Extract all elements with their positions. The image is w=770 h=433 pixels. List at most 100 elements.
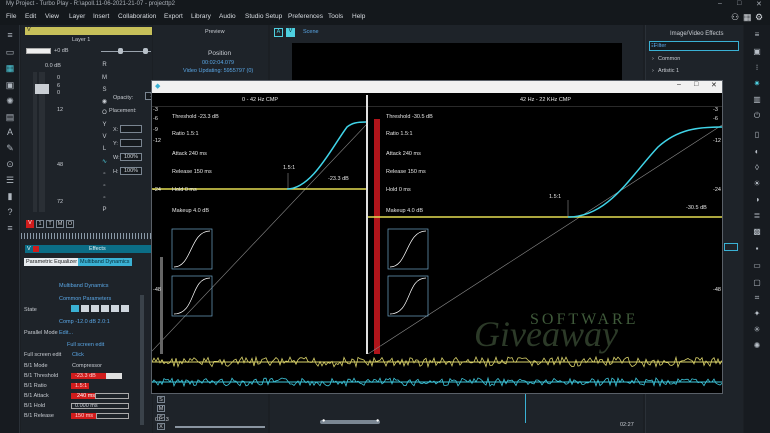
scroll-left-knob[interactable]: ●: [322, 418, 325, 424]
power-icon[interactable]: ⏻: [751, 111, 763, 121]
effects-red-toggle[interactable]: [33, 246, 39, 252]
brightness-icon[interactable]: ◑: [751, 195, 763, 204]
sparkle-icon[interactable]: ✳: [751, 325, 763, 334]
menu-studio-setup[interactable]: Studio Setup: [245, 13, 282, 20]
square-icon[interactable]: ▫: [100, 183, 109, 189]
waveform-area[interactable]: [152, 354, 722, 393]
transport-s1[interactable]: S: [157, 396, 165, 403]
bulb-icon[interactable]: ✺: [751, 341, 763, 350]
menu-alt-icon[interactable]: ≡: [4, 223, 16, 233]
stack-icon[interactable]: ▥: [751, 95, 763, 104]
panel-button[interactable]: [724, 243, 738, 251]
menu-edit[interactable]: Edit: [25, 13, 36, 20]
menu-icon[interactable]: ≡: [4, 30, 16, 40]
track-btn-v[interactable]: V: [26, 220, 34, 228]
x-field[interactable]: [120, 125, 142, 133]
parallel-mode-edit[interactable]: Edit...: [59, 330, 73, 336]
transport-s2[interactable]: S: [157, 414, 165, 421]
letter-r[interactable]: R: [100, 62, 109, 68]
menu-view[interactable]: View: [45, 13, 59, 20]
chevron-right-icon[interactable]: ›: [652, 56, 654, 62]
y-field[interactable]: [120, 139, 142, 147]
effects-v[interactable]: V: [27, 246, 31, 252]
menu-insert[interactable]: Insert: [93, 13, 109, 20]
maximize-button[interactable]: □: [737, 0, 741, 7]
tab-v[interactable]: V: [286, 28, 295, 37]
item-artistic-1[interactable]: Artistic 1: [658, 68, 679, 74]
letter-o[interactable]: O: [100, 110, 109, 116]
track-btn-1[interactable]: 1: [36, 220, 44, 228]
record-icon[interactable]: ⊙: [4, 159, 16, 170]
contrast-icon[interactable]: ◐: [751, 147, 763, 156]
track-btn-o[interactable]: O: [66, 220, 74, 228]
grid-icon[interactable]: ▦: [4, 63, 16, 74]
scroll-right-knob[interactable]: ●: [376, 418, 379, 424]
state-5[interactable]: [111, 305, 119, 312]
help-icon[interactable]: ?: [4, 207, 16, 217]
pen-icon[interactable]: ✎: [4, 143, 16, 154]
transport-x[interactable]: X: [157, 423, 165, 430]
dots-icon[interactable]: ⁝: [751, 63, 763, 72]
menu-tools[interactable]: Tools: [328, 13, 343, 20]
adjust-icon[interactable]: ≣: [751, 211, 763, 220]
volume-slider[interactable]: [26, 48, 51, 54]
scene-canvas[interactable]: [292, 43, 622, 83]
hamburger-icon[interactable]: ≡: [751, 30, 763, 39]
timeline-scrollbar[interactable]: [320, 420, 380, 424]
square-dot-icon[interactable]: ▪: [751, 244, 763, 253]
layer-v-toggle[interactable]: V: [27, 27, 31, 33]
letter-p[interactable]: P: [100, 207, 109, 213]
letter-m[interactable]: M: [100, 75, 109, 81]
menu-help[interactable]: Help: [352, 13, 365, 20]
full-screen-click[interactable]: Click: [72, 352, 84, 358]
letter-y[interactable]: Y: [100, 122, 109, 128]
tint-icon[interactable]: ▩: [751, 227, 763, 236]
band1-plot[interactable]: Threshold -23.3 dB Ratio 1.5:1 Attack 24…: [152, 107, 366, 354]
menu-export[interactable]: Export: [164, 13, 183, 20]
float-close-button[interactable]: ✕: [711, 81, 717, 89]
text-icon[interactable]: A: [4, 127, 16, 137]
float-maximize-button[interactable]: □: [694, 81, 698, 88]
transport-m[interactable]: M: [157, 405, 165, 412]
row-mode-value[interactable]: Compressor: [72, 363, 102, 369]
menu-library[interactable]: Library: [191, 13, 211, 20]
close-button[interactable]: ✕: [756, 0, 762, 8]
window-icon[interactable]: ▭: [751, 261, 763, 270]
wave-icon[interactable]: ∿: [100, 158, 109, 165]
media-icon[interactable]: ▤: [4, 112, 16, 123]
chart-icon[interactable]: ▮: [4, 191, 16, 202]
magic-icon[interactable]: ✦: [751, 309, 763, 318]
tab-a[interactable]: A: [274, 28, 283, 37]
effects-icon[interactable]: ✺: [4, 96, 16, 107]
phone-icon[interactable]: ▯: [751, 130, 763, 139]
eye-icon[interactable]: ◉: [100, 98, 109, 105]
layer-header-bar[interactable]: [25, 27, 152, 35]
settings-gear-icon[interactable]: ⚙: [755, 12, 763, 23]
crop-icon[interactable]: ⌗: [751, 293, 763, 303]
tab-parametric-equalizer[interactable]: Parametric Equalizer: [24, 258, 80, 266]
fader-handle[interactable]: [35, 84, 49, 94]
state-1[interactable]: [71, 305, 79, 312]
pan-handle[interactable]: [118, 48, 123, 54]
star-effect-icon[interactable]: ✷: [751, 79, 763, 88]
image-icon[interactable]: ▣: [4, 80, 16, 91]
layers-icon[interactable]: ▭: [4, 47, 16, 58]
w-field[interactable]: 100%: [120, 153, 142, 161]
state-4[interactable]: [101, 305, 109, 312]
letter-s[interactable]: S: [100, 87, 109, 93]
letter-l[interactable]: L: [100, 146, 109, 152]
playhead[interactable]: [525, 393, 526, 423]
state-3[interactable]: [91, 305, 99, 312]
tab-scene[interactable]: Scene: [303, 29, 319, 35]
frame-icon[interactable]: ▢: [751, 278, 763, 287]
menu-collaboration[interactable]: Collaboration: [118, 13, 156, 20]
layout-icon[interactable]: ▦: [743, 12, 752, 23]
state-2[interactable]: [81, 305, 89, 312]
track-btn-m[interactable]: M: [56, 220, 64, 228]
state-6[interactable]: [121, 305, 129, 312]
item-common[interactable]: Common: [658, 56, 680, 62]
drop-icon[interactable]: ◊: [751, 163, 763, 172]
pan-handle-right[interactable]: [143, 48, 148, 54]
list-icon[interactable]: ☰: [4, 175, 16, 186]
menu-file[interactable]: File: [6, 13, 16, 20]
